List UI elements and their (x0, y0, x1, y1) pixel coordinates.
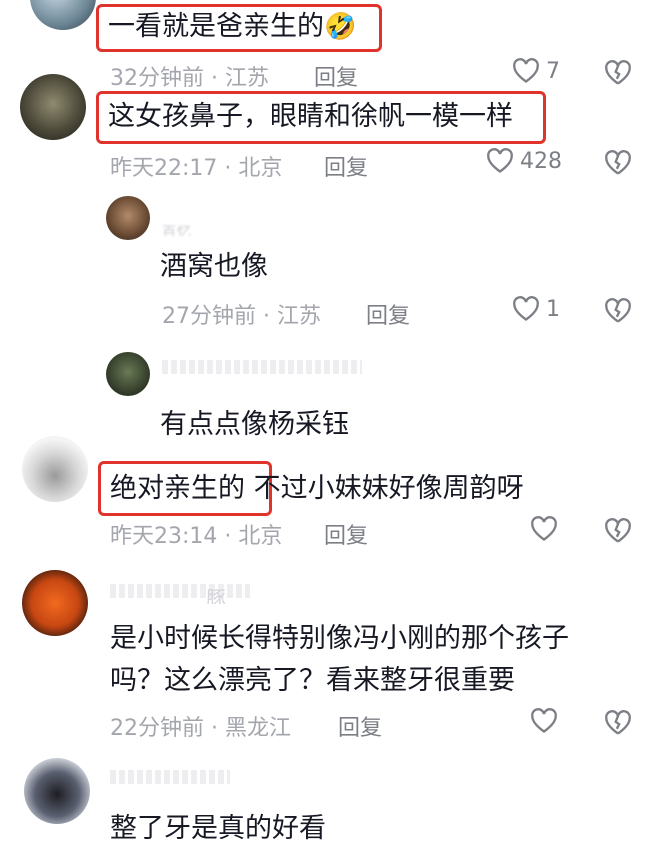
heart-icon (513, 58, 539, 83)
avatar[interactable] (106, 352, 150, 396)
heart-icon (487, 148, 513, 173)
laughing-emoji-icon: 🤣 (324, 12, 357, 42)
comment-meta: 昨天22:17 · 北京 (110, 156, 283, 181)
avatar[interactable] (106, 196, 150, 240)
avatar[interactable] (22, 570, 88, 636)
author-name[interactable] (110, 584, 250, 598)
heart-icon (513, 296, 539, 321)
author-name[interactable]: 百忆 (162, 222, 192, 236)
avatar[interactable] (20, 74, 86, 140)
comment-text: 整了牙是真的好看 (110, 813, 326, 844)
author-name-placeholder[interactable] (110, 770, 230, 784)
author-name-fragment[interactable]: 豚 (206, 582, 227, 604)
like-count: 1 (546, 296, 560, 322)
comment-meta: 27分钟前 · 江苏 (162, 304, 322, 329)
comment-text: 一看就是爸亲生的🤣 (108, 11, 357, 42)
reply-button[interactable]: 回复 (324, 518, 368, 550)
broken-heart-icon[interactable] (604, 60, 632, 86)
reply-button[interactable]: 回复 (324, 150, 368, 182)
like-count: 428 (520, 148, 562, 174)
avatar[interactable] (30, 0, 96, 30)
comment-text: 是小时候长得特别像冯小刚的那个孩子 吗？这么漂亮了？看来整牙很重要 (110, 623, 569, 696)
broken-heart-icon[interactable] (604, 298, 632, 324)
avatar[interactable] (24, 758, 90, 824)
comment-meta: 昨天23:14 · 北京 (110, 524, 283, 549)
like-button[interactable]: 7 (512, 58, 560, 84)
broken-heart-icon[interactable] (604, 150, 632, 176)
reply-button[interactable]: 回复 (314, 60, 358, 92)
broken-heart-icon[interactable] (604, 710, 632, 736)
reply-button[interactable]: 回复 (366, 298, 410, 330)
author-name-placeholder[interactable] (162, 360, 362, 374)
like-button[interactable] (530, 516, 558, 542)
comment-meta: 32分钟前 · 江苏 (110, 66, 270, 91)
avatar[interactable] (22, 436, 88, 502)
heart-icon (531, 708, 557, 733)
broken-heart-icon[interactable] (604, 518, 632, 544)
comment-text: 绝对亲生的 不过小妹妹好像周韵呀 (110, 473, 524, 504)
like-button[interactable]: 1 (512, 296, 560, 322)
heart-icon (531, 516, 557, 541)
comment-text: 酒窝也像 (160, 251, 268, 282)
comment-text: 有点点像杨采钰 (160, 409, 349, 440)
like-count: 7 (546, 58, 560, 84)
like-button[interactable] (530, 708, 558, 734)
comment-text: 这女孩鼻子，眼睛和徐帆一模一样 (108, 101, 513, 132)
like-button[interactable]: 428 (486, 148, 562, 174)
reply-button[interactable]: 回复 (338, 710, 382, 742)
comment-meta: 22分钟前 · 黑龙江 (110, 716, 292, 741)
